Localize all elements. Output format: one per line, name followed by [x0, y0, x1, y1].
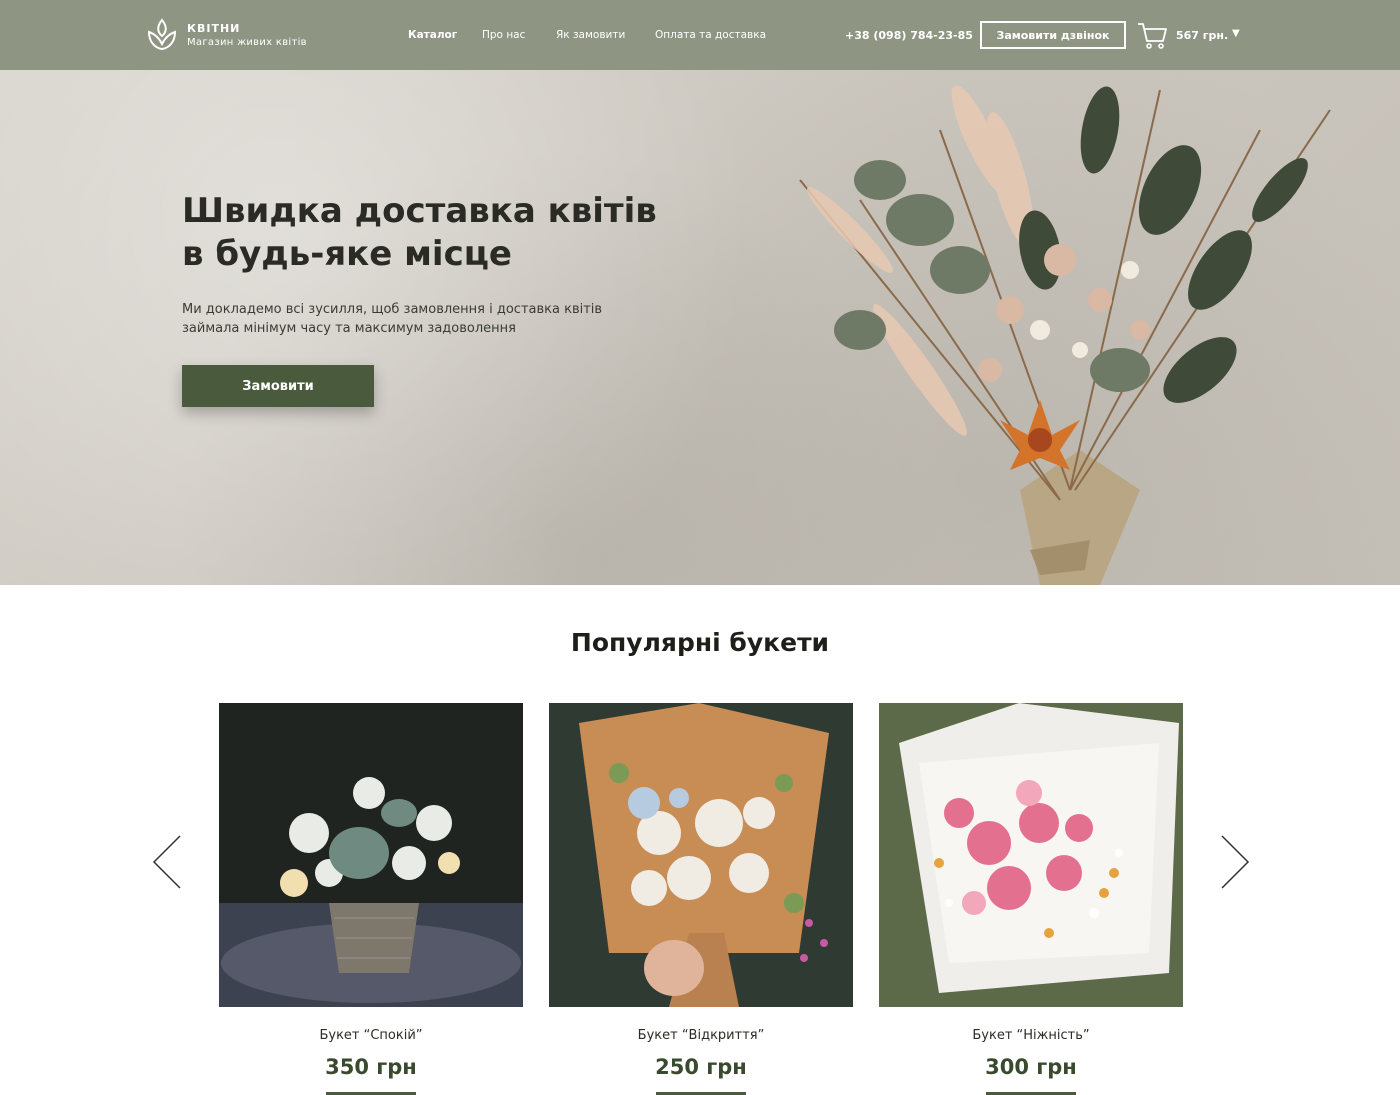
nav-item-payment-delivery[interactable]: Оплата та доставка	[655, 29, 766, 41]
hero-banner: Швидка доставка квітів в будь-яке місце …	[0, 70, 1400, 585]
product-price: 350 грн	[325, 1055, 417, 1079]
product-name: Букет “Ніжність”	[972, 1028, 1090, 1043]
product-price: 300 грн	[985, 1055, 1077, 1079]
bouquet-discovery-image[interactable]	[549, 703, 853, 1007]
nav-item-about[interactable]: Про нас	[482, 29, 525, 41]
phone-number[interactable]: +38 (098) 784-23-85	[845, 29, 973, 42]
cart-total[interactable]: 567 грн.	[1176, 29, 1228, 42]
order-call-button[interactable]: Замовити дзвінок	[980, 21, 1126, 49]
hero-title: Швидка доставка квітів в будь-яке місце	[182, 191, 657, 274]
popular-section-title: Популярні букети	[570, 628, 830, 657]
chevron-right-icon[interactable]	[1220, 834, 1250, 890]
product-name: Букет “Спокій”	[319, 1028, 423, 1043]
nav-item-how-to-order[interactable]: Як замовити	[556, 29, 625, 41]
logo[interactable]: КВІТНИ Магазин живих квітів	[146, 18, 346, 52]
logo-subtitle: Магазин живих квітів	[187, 37, 307, 48]
bouquet-tenderness-image[interactable]	[879, 703, 1183, 1007]
product-card[interactable]: Букет “Ніжність” 300 грн	[879, 703, 1183, 1095]
product-name: Букет “Відкриття”	[637, 1028, 765, 1043]
order-button[interactable]: Замовити	[182, 365, 374, 407]
bouquet-calm-image[interactable]	[219, 703, 523, 1007]
chevron-left-icon[interactable]	[152, 834, 182, 890]
product-card[interactable]: Букет “Спокій” 350 грн	[219, 703, 523, 1095]
product-price: 250 грн	[655, 1055, 747, 1079]
product-card[interactable]: Букет “Відкриття” 250 грн	[549, 703, 853, 1095]
cart-icon[interactable]	[1136, 20, 1168, 50]
leaf-logo-icon	[147, 18, 177, 51]
logo-title: КВІТНИ	[187, 22, 241, 35]
caret-down-icon[interactable]: ▼	[1232, 28, 1240, 39]
nav-item-catalog[interactable]: Каталог	[408, 29, 457, 41]
dried-bouquet-image	[799, 85, 1331, 585]
hero-description: Ми докладемо всі зусилля, щоб замовлення…	[182, 302, 603, 336]
site-header: КВІТНИ Магазин живих квітів Каталог Про …	[0, 0, 1400, 70]
